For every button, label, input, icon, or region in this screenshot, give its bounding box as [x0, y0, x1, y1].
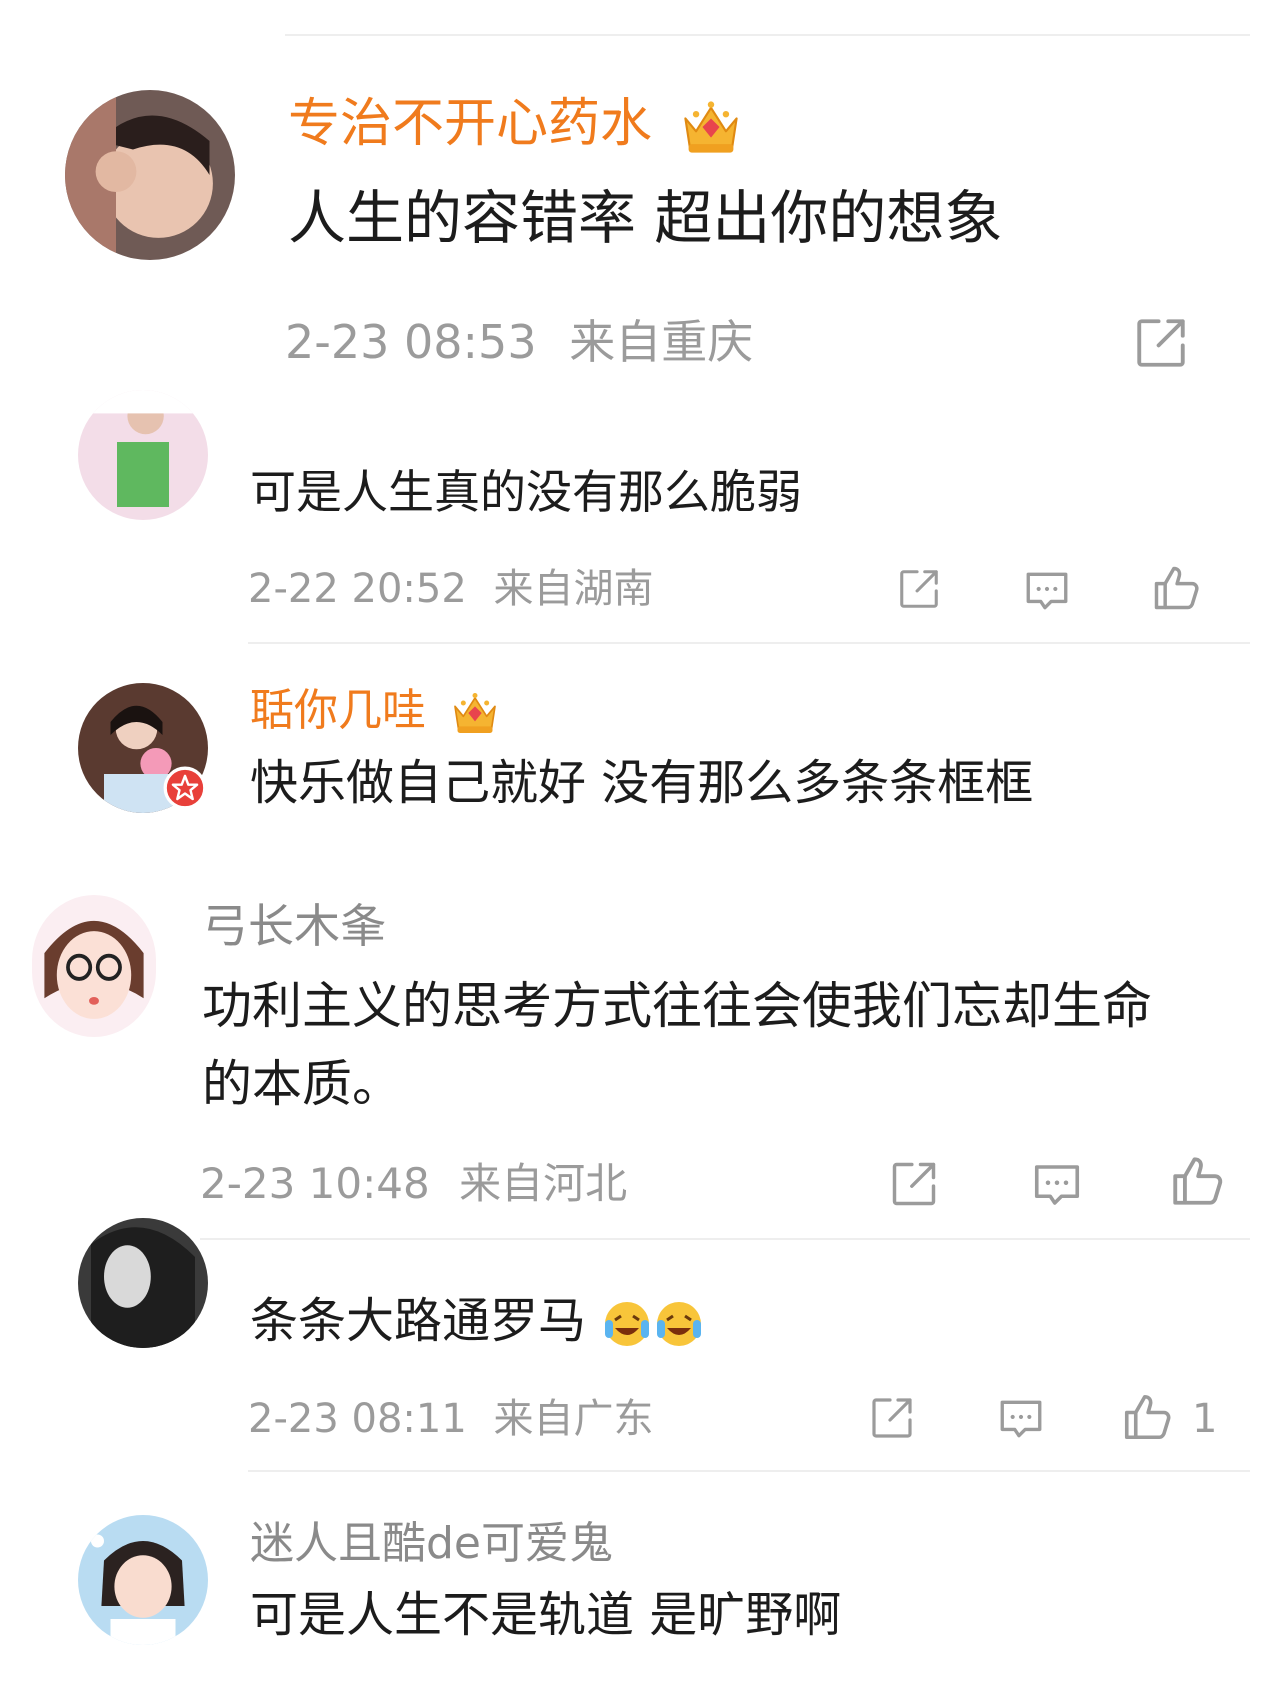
username[interactable]: 迷人且酷de可爱鬼	[250, 1516, 613, 1572]
username[interactable]: 弓长木夆	[202, 897, 386, 955]
comment-time: 2-23 08:11	[248, 1396, 467, 1442]
comment-time: 2-23 10:48	[200, 1159, 430, 1208]
share-icon[interactable]	[888, 1158, 940, 1210]
username[interactable]: 专治不开心药水	[288, 92, 743, 159]
avatar[interactable]	[78, 1218, 208, 1348]
avatar[interactable]	[78, 1515, 208, 1645]
comment-icon[interactable]	[1030, 1158, 1084, 1212]
username-text[interactable]: 专治不开心药水	[288, 94, 652, 154]
divider	[248, 1470, 1250, 1472]
username[interactable]: 聒你几哇	[250, 683, 500, 739]
comment-text: 人生的容错率 超出你的想象	[288, 184, 1003, 252]
comment-meta: 2-23 08:53 来自重庆	[285, 314, 753, 370]
comment-time: 2-23 08:53	[285, 315, 537, 369]
comment-location: 来自河北	[459, 1159, 628, 1208]
comment-meta: 2-23 08:11 来自广东	[248, 1394, 654, 1444]
divider	[248, 642, 1250, 644]
divider-top	[285, 34, 1250, 36]
username-text[interactable]: 聒你几哇	[250, 685, 426, 736]
share-icon[interactable]	[896, 566, 942, 612]
comment-text-line2: 的本质。	[202, 1055, 402, 1113]
comment-meta: 2-22 20:52 来自湖南	[248, 564, 654, 614]
username-text[interactable]: 弓长木夆	[202, 899, 386, 953]
comment-text: 可是人生真的没有那么脆弱	[250, 465, 802, 519]
comment-location: 来自湖南	[493, 566, 654, 612]
like-icon[interactable]	[1150, 562, 1202, 614]
comment-text: 快乐做自己就好 没有那么多条条框框	[250, 755, 1034, 811]
username-text[interactable]: 迷人且酷de可爱鬼	[250, 1518, 613, 1569]
comment-text: 条条大路通罗马	[250, 1290, 705, 1352]
comment-text-line1: 功利主义的思考方式往往会使我们忘却生命	[202, 977, 1152, 1035]
like-count: 1	[1192, 1396, 1218, 1442]
like-icon[interactable]	[1120, 1390, 1174, 1444]
comment-icon[interactable]	[996, 1394, 1046, 1444]
comment-meta: 2-23 10:48 来自河北	[200, 1158, 627, 1210]
share-icon[interactable]	[868, 1394, 916, 1442]
comment-text: 可是人生不是轨道 是旷野啊	[250, 1587, 842, 1643]
comment-location: 来自重庆	[569, 315, 754, 369]
crown-badge-icon	[679, 95, 743, 159]
share-icon[interactable]	[1132, 314, 1190, 372]
avatar[interactable]	[78, 390, 208, 520]
comment-icon[interactable]	[1022, 566, 1072, 616]
divider	[200, 1238, 1250, 1240]
comment-text-content: 条条大路通罗马	[250, 1293, 587, 1349]
comment-location: 来自广东	[493, 1396, 654, 1442]
crying-laughing-emoji-icon	[601, 1298, 705, 1350]
avatar[interactable]	[32, 895, 156, 1037]
comment-time: 2-22 20:52	[248, 566, 467, 612]
like-icon[interactable]	[1168, 1152, 1226, 1210]
crown-badge-icon	[450, 688, 500, 738]
verified-badge-icon	[163, 766, 207, 810]
avatar[interactable]	[65, 90, 235, 260]
